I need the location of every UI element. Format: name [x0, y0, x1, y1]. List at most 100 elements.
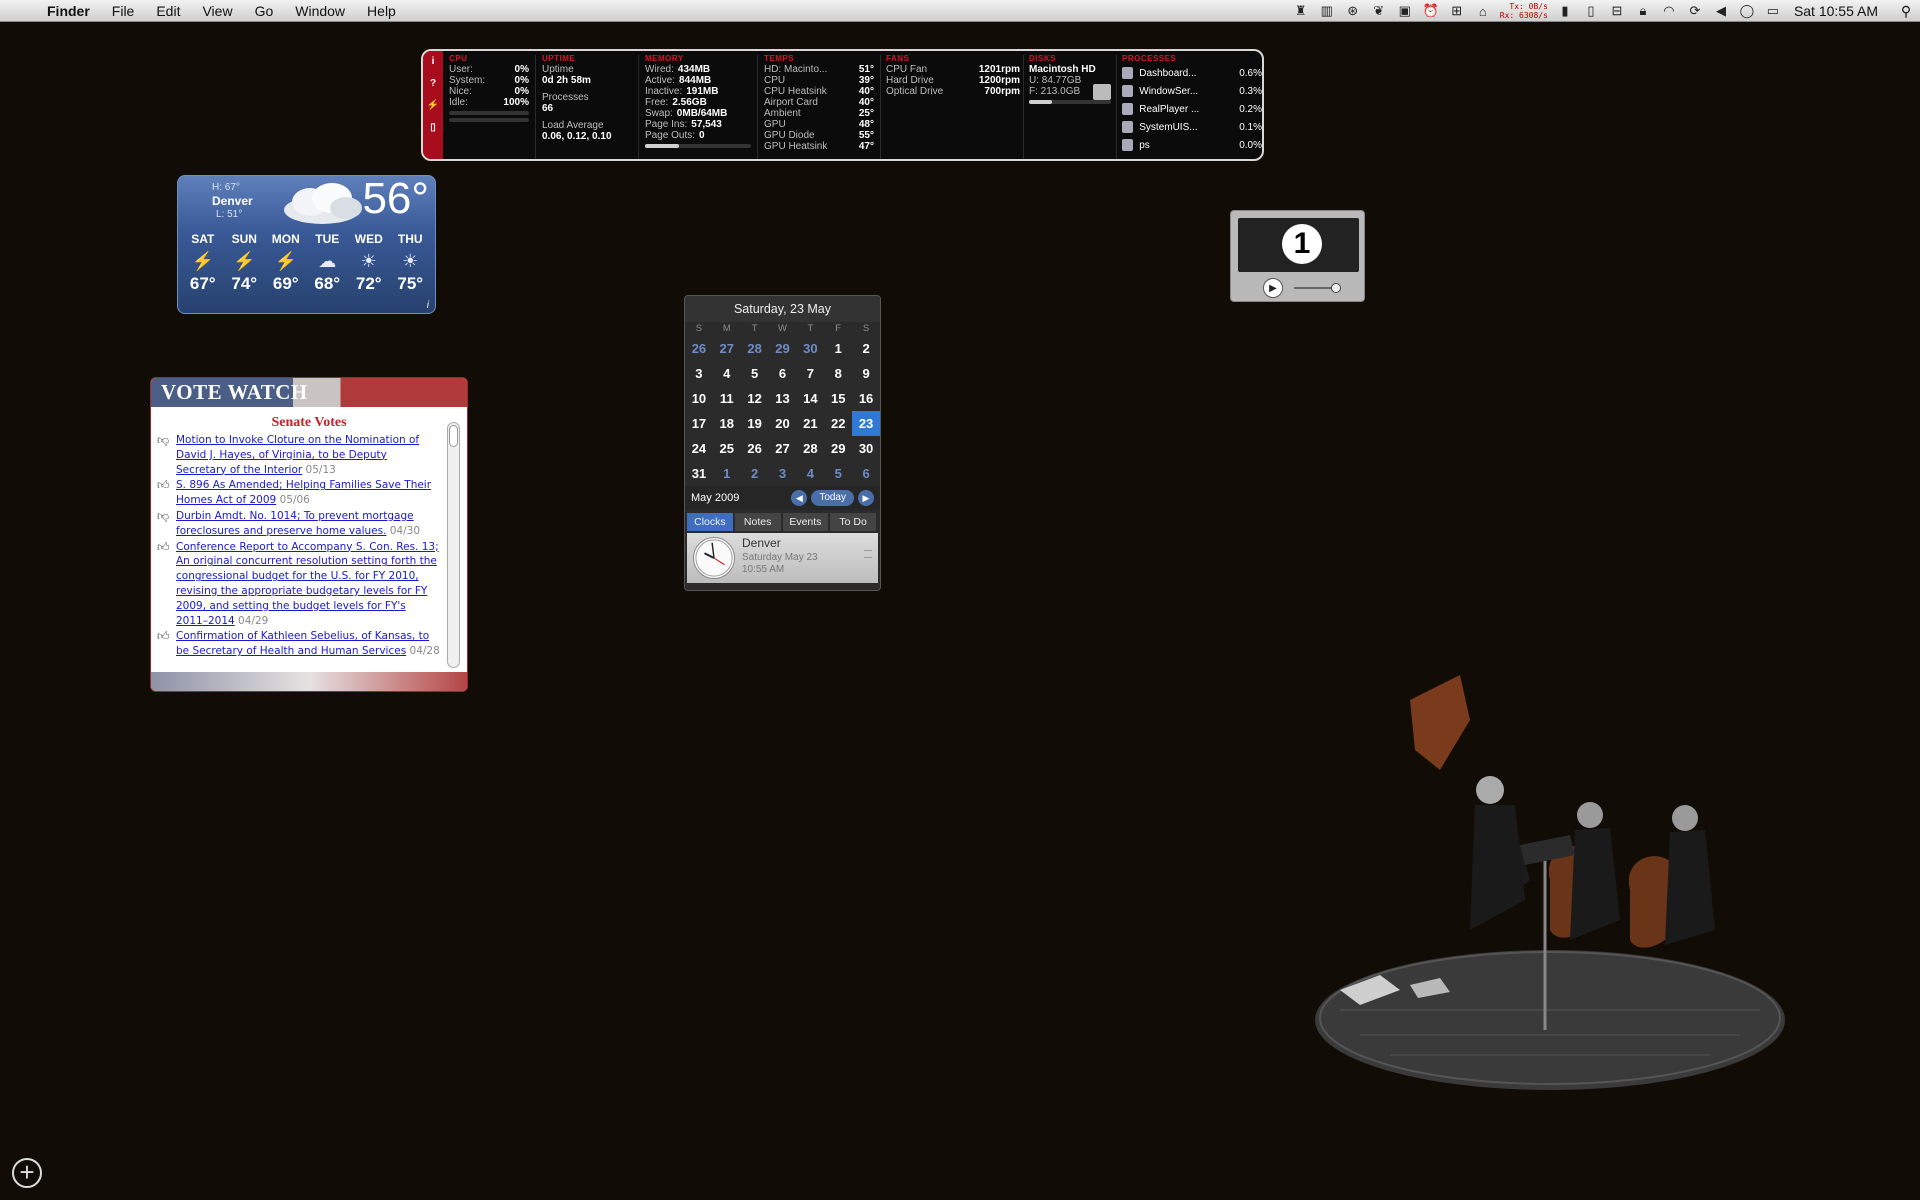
menu-window[interactable]: Window [284, 0, 356, 22]
weather-widget[interactable]: H: 67° Denver L: 51° 56° SAT ⚡ 67° SUN ⚡ 74° M… [177, 175, 436, 314]
calendar-day[interactable]: 6 [852, 461, 880, 486]
menu-go[interactable]: Go [244, 0, 285, 22]
process-cpu: 0.0% [1239, 139, 1263, 151]
calendar-day[interactable]: 11 [713, 386, 741, 411]
calendar-day[interactable]: 8 [824, 361, 852, 386]
calendar-day[interactable]: 4 [713, 361, 741, 386]
tab-clocks[interactable]: Clocks [687, 513, 733, 531]
calendar-day[interactable]: 10 [685, 386, 713, 411]
calendar-day[interactable]: 12 [741, 386, 769, 411]
broom-icon[interactable]: ♜ [1292, 3, 1310, 19]
calendar-day[interactable]: 9 [852, 361, 880, 386]
add-icon[interactable]: ⊞ [1448, 3, 1466, 19]
menu-view[interactable]: View [191, 0, 243, 22]
calendar-day[interactable]: 19 [741, 411, 769, 436]
calendar-day[interactable]: 21 [796, 411, 824, 436]
add-widget-button[interactable]: + [12, 1158, 42, 1188]
clock-date: Saturday May 23 [742, 552, 818, 563]
display-icon[interactable]: ▭ [1764, 3, 1782, 19]
lock-icon[interactable]: 🔒︎ [1634, 3, 1652, 19]
vote-link[interactable]: Durbin Amdt. No. 1014; To prevent mortga… [176, 510, 414, 537]
network-monitor-icon[interactable]: ⌂ [1474, 4, 1492, 19]
calendar-day[interactable]: 1 [713, 461, 741, 486]
calendar-day[interactable]: 20 [769, 411, 797, 436]
calendar-day[interactable]: 29 [769, 336, 797, 361]
tab-to-do[interactable]: To Do [830, 513, 876, 531]
calendar-day[interactable]: 7 [796, 361, 824, 386]
memory-bar-icon[interactable]: ▮ [1556, 3, 1574, 19]
calendar-day[interactable]: 18 [713, 411, 741, 436]
wifi-icon[interactable]: ◠ [1660, 3, 1678, 19]
calendar-day[interactable]: 28 [741, 336, 769, 361]
book-icon[interactable]: ▥ [1318, 3, 1336, 19]
menu-finder[interactable]: Finder [36, 0, 101, 22]
calendar-day[interactable]: 13 [769, 386, 797, 411]
tab-events[interactable]: Events [782, 513, 829, 531]
vote-link[interactable]: Confirmation of Kathleen Sebelius, of Ka… [176, 630, 429, 657]
calendar-day[interactable]: 16 [852, 386, 880, 411]
calendar-day[interactable]: 3 [685, 361, 713, 386]
calendar-day[interactable]: 31 [685, 461, 713, 486]
calendar-day[interactable]: 6 [769, 361, 797, 386]
chat-icon[interactable]: ◯ [1738, 3, 1756, 19]
stat-label: CPU Heatsink [764, 86, 827, 97]
play-icon[interactable]: ▶ [1263, 278, 1283, 298]
calendar-day[interactable]: 4 [796, 461, 824, 486]
vote-link[interactable]: Conference Report to Accompany S. Con. R… [176, 541, 439, 627]
scrollbar-thumb[interactable] [449, 425, 458, 447]
drag-handle-icon[interactable] [864, 550, 872, 558]
stat-row: GPU 48° [764, 119, 874, 130]
calendar-day[interactable]: 26 [741, 436, 769, 461]
vote-scrollbar[interactable] [447, 422, 460, 668]
info-icon[interactable]: i [423, 51, 443, 73]
calendar-day-today[interactable]: 23 [852, 411, 880, 436]
menu-edit[interactable]: Edit [145, 0, 191, 22]
calendar-day[interactable]: 14 [796, 386, 824, 411]
menu-help[interactable]: Help [356, 0, 407, 22]
calendar-day[interactable]: 25 [713, 436, 741, 461]
next-month-icon[interactable]: ▶ [858, 490, 874, 506]
calendar-day[interactable]: 26 [685, 336, 713, 361]
battery-icon[interactable]: ▯ [423, 117, 443, 139]
calendar-day[interactable]: 28 [796, 436, 824, 461]
calendar-day[interactable]: 5 [741, 361, 769, 386]
spotlight-search-icon[interactable]: ⚲ [1892, 3, 1920, 20]
calendar-day[interactable]: 30 [796, 336, 824, 361]
process-cpu: 0.3% [1239, 85, 1263, 97]
alarm-clock-icon[interactable]: ⏰ [1422, 3, 1440, 19]
info-icon[interactable]: i [427, 300, 429, 311]
calendar-day[interactable]: 30 [852, 436, 880, 461]
volume-icon[interactable]: ◀ [1712, 3, 1730, 19]
prev-month-icon[interactable]: ◀ [791, 490, 808, 506]
sync-icon[interactable]: ⟳ [1686, 3, 1704, 19]
calendar-day[interactable]: 27 [713, 336, 741, 361]
aperture-icon[interactable]: ⊛ [1344, 3, 1362, 19]
pulse-icon[interactable]: ⚡ [423, 95, 443, 117]
calendar-day[interactable]: 17 [685, 411, 713, 436]
camera-icon[interactable]: ▣ [1396, 3, 1414, 19]
calendar-day[interactable]: 2 [741, 461, 769, 486]
slider-knob[interactable] [1331, 283, 1341, 293]
today-button[interactable]: Today [811, 490, 854, 506]
process-icon [1122, 67, 1134, 79]
calendar-day[interactable]: 24 [685, 436, 713, 461]
calendar-day[interactable]: 3 [769, 461, 797, 486]
menu-file[interactable]: File [101, 0, 146, 22]
calendar-day[interactable]: 15 [824, 386, 852, 411]
calendar-day[interactable]: 22 [824, 411, 852, 436]
calendar-day[interactable]: 29 [824, 436, 852, 461]
net-rate[interactable]: Tx: 0B/s Rx: 6308/s [1500, 2, 1548, 20]
help-icon[interactable]: ? [423, 73, 443, 95]
stat-value: 51° [858, 64, 874, 75]
calendar-day[interactable]: 2 [852, 336, 880, 361]
vote-link[interactable]: Motion to Invoke Cloture on the Nominati… [176, 434, 419, 476]
menubar-clock[interactable]: Sat 10:55 AM [1794, 3, 1878, 19]
paw-icon[interactable]: ❦ [1370, 3, 1388, 19]
forecast-day-temp: 69° [272, 274, 299, 293]
calendar-day[interactable]: 1 [824, 336, 852, 361]
calendar-day[interactable]: 5 [824, 461, 852, 486]
calendar-day[interactable]: 27 [769, 436, 797, 461]
tab-notes[interactable]: Notes [734, 513, 781, 531]
spaces-icon[interactable]: ⊟ [1608, 3, 1626, 19]
cpu-bar-icon[interactable]: ▯ [1582, 3, 1600, 19]
